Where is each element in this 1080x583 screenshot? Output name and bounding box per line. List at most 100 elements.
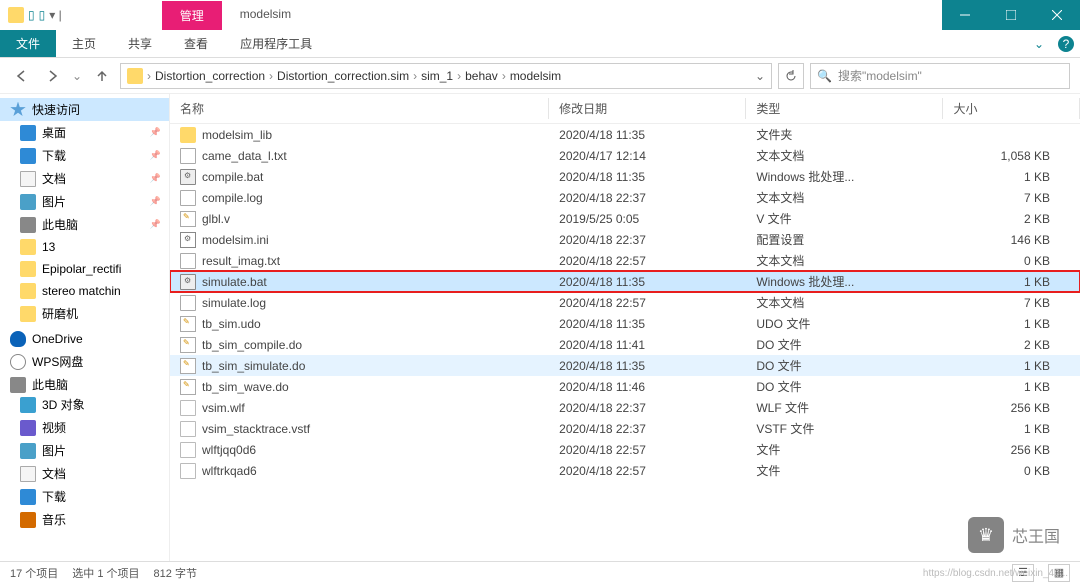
file-modified: 2020/4/18 22:37 [549, 397, 746, 418]
table-row[interactable]: modelsim.ini 2020/4/18 22:37 配置设置 146 KB [170, 229, 1080, 250]
back-button[interactable] [10, 64, 34, 88]
table-row[interactable]: came_data_l.txt 2020/4/17 12:14 文本文档 1,0… [170, 145, 1080, 166]
qat-dropdown[interactable]: ▾ | [49, 8, 61, 22]
file-name: tb_sim.udo [202, 317, 261, 331]
sidebar-item[interactable]: 图片 [0, 439, 169, 462]
navigation-bar: ⌄ › Distortion_correction › Distortion_c… [0, 58, 1080, 94]
table-row[interactable]: tb_sim_simulate.do 2020/4/18 11:35 DO 文件… [170, 355, 1080, 376]
table-row[interactable]: result_imag.txt 2020/4/18 22:57 文本文档 0 K… [170, 250, 1080, 271]
sidebar-item[interactable]: 文档 [0, 462, 169, 485]
ribbon-tab-home[interactable]: 主页 [56, 30, 112, 57]
chevron-right-icon[interactable]: › [502, 69, 506, 83]
qat-item[interactable]: ▯ [39, 8, 46, 22]
column-header-name[interactable]: 名称 [170, 94, 549, 124]
table-row[interactable]: glbl.v 2019/5/25 0:05 V 文件 2 KB [170, 208, 1080, 229]
chevron-right-icon[interactable]: › [413, 69, 417, 83]
breadcrumb-item[interactable]: Distortion_correction.sim [277, 69, 409, 83]
table-row[interactable]: wlftjqq0d6 2020/4/18 22:57 文件 256 KB [170, 439, 1080, 460]
column-header-type[interactable]: 类型 [746, 94, 943, 124]
search-input[interactable]: 🔍 搜索"modelsim" [810, 63, 1070, 89]
ribbon-tab-share[interactable]: 共享 [112, 30, 168, 57]
file-modified: 2020/4/18 22:37 [549, 187, 746, 208]
ribbon-context-tab[interactable]: 管理 [162, 1, 222, 30]
column-header-modified[interactable]: 修改日期 [549, 94, 746, 124]
table-row[interactable]: vsim.wlf 2020/4/18 22:37 WLF 文件 256 KB [170, 397, 1080, 418]
table-row[interactable]: simulate.bat 2020/4/18 11:35 Windows 批处理… [170, 271, 1080, 292]
sidebar-label: 3D 对象 [42, 396, 85, 413]
sidebar-label: WPS网盘 [32, 353, 83, 370]
sidebar-wps[interactable]: WPS网盘 [0, 353, 169, 370]
sidebar-item[interactable]: 研磨机 [0, 302, 169, 325]
chevron-right-icon[interactable]: › [269, 69, 273, 83]
table-row[interactable]: wlftrkqad6 2020/4/18 22:57 文件 0 KB [170, 460, 1080, 481]
table-row[interactable]: vsim_stacktrace.vstf 2020/4/18 22:37 VST… [170, 418, 1080, 439]
table-row[interactable]: compile.log 2020/4/18 22:37 文本文档 7 KB [170, 187, 1080, 208]
sidebar-this-pc[interactable]: 此电脑 [0, 376, 169, 393]
breadcrumb-item[interactable]: Distortion_correction [155, 69, 265, 83]
sidebar-item[interactable]: 图片 [0, 190, 169, 213]
sidebar-item[interactable]: 13 [0, 236, 169, 258]
file-type: VSTF 文件 [746, 418, 943, 439]
file-name: modelsim_lib [202, 128, 272, 142]
table-row[interactable]: tb_sim_wave.do 2020/4/18 11:46 DO 文件 1 K… [170, 376, 1080, 397]
file-type: UDO 文件 [746, 313, 943, 334]
chevron-right-icon[interactable]: › [457, 69, 461, 83]
breadcrumb-item[interactable]: sim_1 [421, 69, 453, 83]
refresh-button[interactable] [778, 63, 804, 89]
sidebar-label: 文档 [42, 170, 66, 187]
sidebar-item[interactable]: 音乐 [0, 508, 169, 531]
help-button[interactable]: ? [1058, 36, 1074, 52]
file-modified: 2019/5/25 0:05 [549, 208, 746, 229]
file-icon [180, 232, 196, 248]
file-type: WLF 文件 [746, 397, 943, 418]
breadcrumb-item[interactable]: modelsim [510, 69, 561, 83]
star-icon [10, 102, 26, 118]
sidebar-item[interactable]: 下载 [0, 144, 169, 167]
sidebar-label: 图片 [42, 193, 66, 210]
table-row[interactable]: modelsim_lib 2020/4/18 11:35 文件夹 [170, 124, 1080, 146]
item-icon [20, 397, 36, 413]
close-button[interactable] [1034, 0, 1080, 30]
breadcrumb[interactable]: › Distortion_correction › Distortion_cor… [120, 63, 772, 89]
sidebar-item[interactable]: 下载 [0, 485, 169, 508]
table-row[interactable]: tb_sim_compile.do 2020/4/18 11:41 DO 文件 … [170, 334, 1080, 355]
maximize-button[interactable] [988, 0, 1034, 30]
titlebar: ▯ ▯ ▾ | 管理 modelsim [0, 0, 1080, 30]
minimize-button[interactable] [942, 0, 988, 30]
sidebar-item[interactable]: stereo matchin [0, 280, 169, 302]
ribbon-tab-file[interactable]: 文件 [0, 30, 56, 57]
file-name: glbl.v [202, 212, 230, 226]
ribbon-expand-button[interactable]: ⌄ [1026, 30, 1052, 57]
sidebar-item[interactable]: 此电脑 [0, 213, 169, 236]
table-row[interactable]: tb_sim.udo 2020/4/18 11:35 UDO 文件 1 KB [170, 313, 1080, 334]
file-icon [180, 316, 196, 332]
breadcrumb-item[interactable]: behav [465, 69, 498, 83]
file-list: 名称 修改日期 类型 大小 modelsim_lib 2020/4/18 11:… [170, 94, 1080, 561]
ribbon-tab-apptools[interactable]: 应用程序工具 [224, 30, 328, 57]
sidebar-item[interactable]: 桌面 [0, 121, 169, 144]
folder-icon [20, 125, 36, 141]
table-row[interactable]: simulate.log 2020/4/18 22:57 文本文档 7 KB [170, 292, 1080, 313]
sidebar-onedrive[interactable]: OneDrive [0, 331, 169, 347]
quick-access-toolbar: ▯ ▯ ▾ | [0, 7, 62, 23]
file-name: tb_sim_simulate.do [202, 359, 305, 373]
table-row[interactable]: compile.bat 2020/4/18 11:35 Windows 批处理.… [170, 166, 1080, 187]
file-type: DO 文件 [746, 376, 943, 397]
sidebar-item[interactable]: 视频 [0, 416, 169, 439]
sidebar-item[interactable]: 3D 对象 [0, 393, 169, 416]
file-icon [180, 379, 196, 395]
file-type: Windows 批处理... [746, 166, 943, 187]
file-size: 1 KB [943, 355, 1080, 376]
forward-button[interactable] [40, 64, 64, 88]
chevron-down-icon[interactable]: ⌄ [755, 69, 765, 83]
chevron-right-icon[interactable]: › [147, 69, 151, 83]
file-modified: 2020/4/18 11:35 [549, 313, 746, 334]
sidebar-item[interactable]: 文档 [0, 167, 169, 190]
qat-item[interactable]: ▯ [28, 8, 35, 22]
recent-dropdown[interactable]: ⌄ [70, 64, 84, 88]
column-header-size[interactable]: 大小 [943, 94, 1080, 124]
sidebar-item[interactable]: Epipolar_rectifi [0, 258, 169, 280]
ribbon-tab-view[interactable]: 查看 [168, 30, 224, 57]
up-button[interactable] [90, 64, 114, 88]
sidebar-quick-access[interactable]: 快速访问 [0, 98, 169, 121]
